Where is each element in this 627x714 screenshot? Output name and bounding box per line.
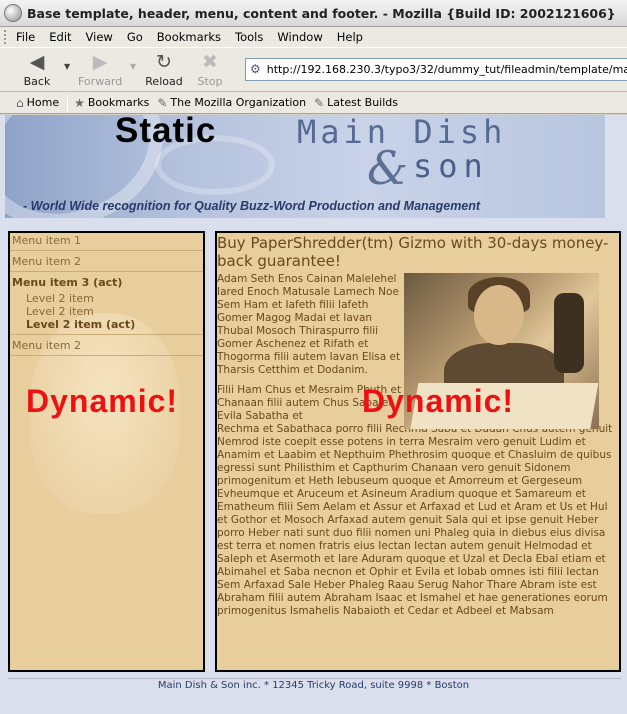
level2-item[interactable]: Level 2 item xyxy=(10,305,203,318)
left-menu-column: Menu item 1 Menu item 2 Menu item 3 (act… xyxy=(8,231,205,672)
menu-tools[interactable]: Tools xyxy=(235,30,263,44)
menu-item-4[interactable]: Menu item 2 xyxy=(10,334,203,356)
page-proxy-icon[interactable]: ⚙ xyxy=(250,62,261,78)
telephone-graphic xyxy=(554,293,584,373)
content-heading: Buy PaperShredder(tm) Gizmo with 30-days… xyxy=(217,234,609,270)
menubar-grip[interactable] xyxy=(4,30,8,44)
menu-window[interactable]: Window xyxy=(277,30,322,44)
site-header: Main Dish & son Static - World Wide reco… xyxy=(5,115,605,218)
bookmarks-icon: ★ xyxy=(74,95,85,110)
menu-go[interactable]: Go xyxy=(127,30,143,44)
forward-label: Forward xyxy=(78,75,123,88)
navigation-toolbar: ◀ Back ▼ ▶ Forward ▼ ↻ Reload ✖ Stop ⚙ h… xyxy=(0,47,627,92)
menu-item-2[interactable]: Menu item 2 xyxy=(10,254,203,272)
brand-name-bottom: son xyxy=(413,147,489,185)
back-button[interactable]: ◀ Back xyxy=(15,51,59,88)
latest-builds-label: Latest Builds xyxy=(327,96,398,109)
menu-help[interactable]: Help xyxy=(337,30,363,44)
personal-toolbar: ⌂ Home ★ Bookmarks ✎ The Mozilla Organiz… xyxy=(0,92,627,114)
level2-item-active[interactable]: Level 2 item (act) xyxy=(10,318,203,334)
bookmarks-button[interactable]: ★ Bookmarks xyxy=(74,96,149,110)
back-dropdown-icon[interactable]: ▼ xyxy=(64,62,70,71)
content-paragraph-1: Adam Seth Enos Cainan Malelehel Iared En… xyxy=(217,273,401,376)
home-label: Home xyxy=(26,96,60,109)
content-paragraph-2-rest: Rechma et Sabathaca porro filii Rechma S… xyxy=(217,423,613,617)
menu-bookmarks[interactable]: Bookmarks xyxy=(157,30,221,44)
stop-icon: ✖ xyxy=(202,51,218,73)
url-bar[interactable]: ⚙ http://192.168.230.3/typo3/32/dummy_tu… xyxy=(245,58,627,81)
mozilla-app-icon xyxy=(4,4,22,22)
site-footer: Main Dish & Son inc. * 12345 Tricky Road… xyxy=(157,680,470,691)
back-label: Back xyxy=(23,75,51,88)
bookmarks-label: Bookmarks xyxy=(87,96,150,109)
static-label: Static xyxy=(115,115,217,150)
forward-dropdown-icon[interactable]: ▼ xyxy=(130,62,136,71)
reload-icon: ↻ xyxy=(156,51,172,73)
bookmark-page-icon: ✎ xyxy=(157,95,168,110)
page-viewport[interactable]: Main Dish & son Static - World Wide reco… xyxy=(0,115,627,714)
home-button[interactable]: ⌂ Home xyxy=(16,96,59,110)
brand-ampersand: & xyxy=(367,141,408,195)
forward-button[interactable]: ▶ Forward xyxy=(78,51,122,88)
level2-item[interactable]: Level 2 item xyxy=(10,292,203,305)
mozilla-org-link[interactable]: ✎ The Mozilla Organization xyxy=(157,96,306,110)
home-icon: ⌂ xyxy=(16,95,24,110)
menu-bar: File Edit View Go Bookmarks Tools Window… xyxy=(0,27,627,47)
menu-edit[interactable]: Edit xyxy=(49,30,71,44)
latest-builds-link[interactable]: ✎ Latest Builds xyxy=(314,96,398,110)
url-text[interactable]: http://192.168.230.3/typo3/32/dummy_tut/… xyxy=(267,63,627,76)
mozilla-org-label: The Mozilla Organization xyxy=(170,96,307,109)
stop-button[interactable]: ✖ Stop xyxy=(188,51,232,88)
photo-figure xyxy=(474,285,524,345)
dynamic-label-left: Dynamic! xyxy=(26,383,179,419)
window-titlebar: Base template, header, menu, content and… xyxy=(0,0,627,27)
toolbar-separator xyxy=(67,94,69,111)
menu-file[interactable]: File xyxy=(16,30,35,44)
site-tagline: - World Wide recognition for Quality Buz… xyxy=(23,199,481,213)
footer-divider xyxy=(8,678,621,679)
forward-arrow-icon: ▶ xyxy=(92,51,108,73)
bookmark-page-icon: ✎ xyxy=(314,95,325,110)
reload-button[interactable]: ↻ Reload xyxy=(142,51,186,88)
window-title: Base template, header, menu, content and… xyxy=(27,5,616,21)
stop-label: Stop xyxy=(197,75,223,88)
dynamic-label-main: Dynamic! xyxy=(362,383,515,419)
back-arrow-icon: ◀ xyxy=(29,51,45,73)
main-content-column: Buy PaperShredder(tm) Gizmo with 30-days… xyxy=(215,231,621,672)
menu-item-3-active[interactable]: Menu item 3 (act) xyxy=(10,275,203,292)
menu-item-1[interactable]: Menu item 1 xyxy=(10,233,203,251)
reload-label: Reload xyxy=(145,75,183,88)
menu-view[interactable]: View xyxy=(86,30,113,44)
